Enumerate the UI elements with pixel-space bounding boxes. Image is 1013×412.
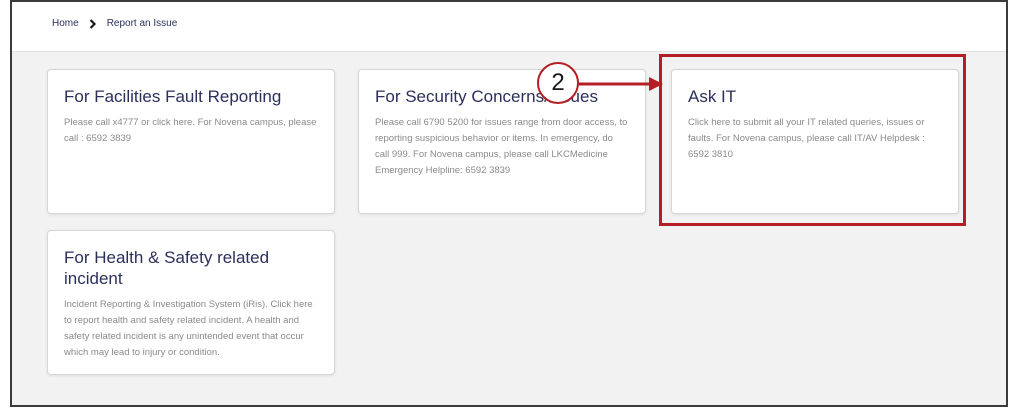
annotation-step-badge: 2 xyxy=(537,62,579,104)
card-title: For Facilities Fault Reporting xyxy=(64,87,282,106)
chevron-right-icon xyxy=(89,18,97,29)
breadcrumb-current: Report an Issue xyxy=(106,18,178,29)
breadcrumb: Home Report an Issue xyxy=(52,18,177,29)
card-facilities-fault-reporting[interactable]: For Facilities Fault Reporting Please ca… xyxy=(47,69,335,214)
card-description: Please call 6790 5200 for issues range f… xyxy=(375,117,628,176)
breadcrumb-home-link[interactable]: Home xyxy=(52,18,79,29)
annotation-arrow xyxy=(577,77,663,91)
annotation-highlight-box xyxy=(659,54,966,226)
top-bar: Home Report an Issue xyxy=(12,2,1006,52)
card-description: Incident Reporting & Investigation Syste… xyxy=(64,299,313,358)
card-description: Please call x4777 or click here. For Nov… xyxy=(64,117,317,144)
annotation-step-number: 2 xyxy=(551,69,565,96)
card-title: For Health & Safety related incident xyxy=(64,248,270,288)
card-health-safety-incident[interactable]: For Health & Safety related incident Inc… xyxy=(47,230,335,375)
